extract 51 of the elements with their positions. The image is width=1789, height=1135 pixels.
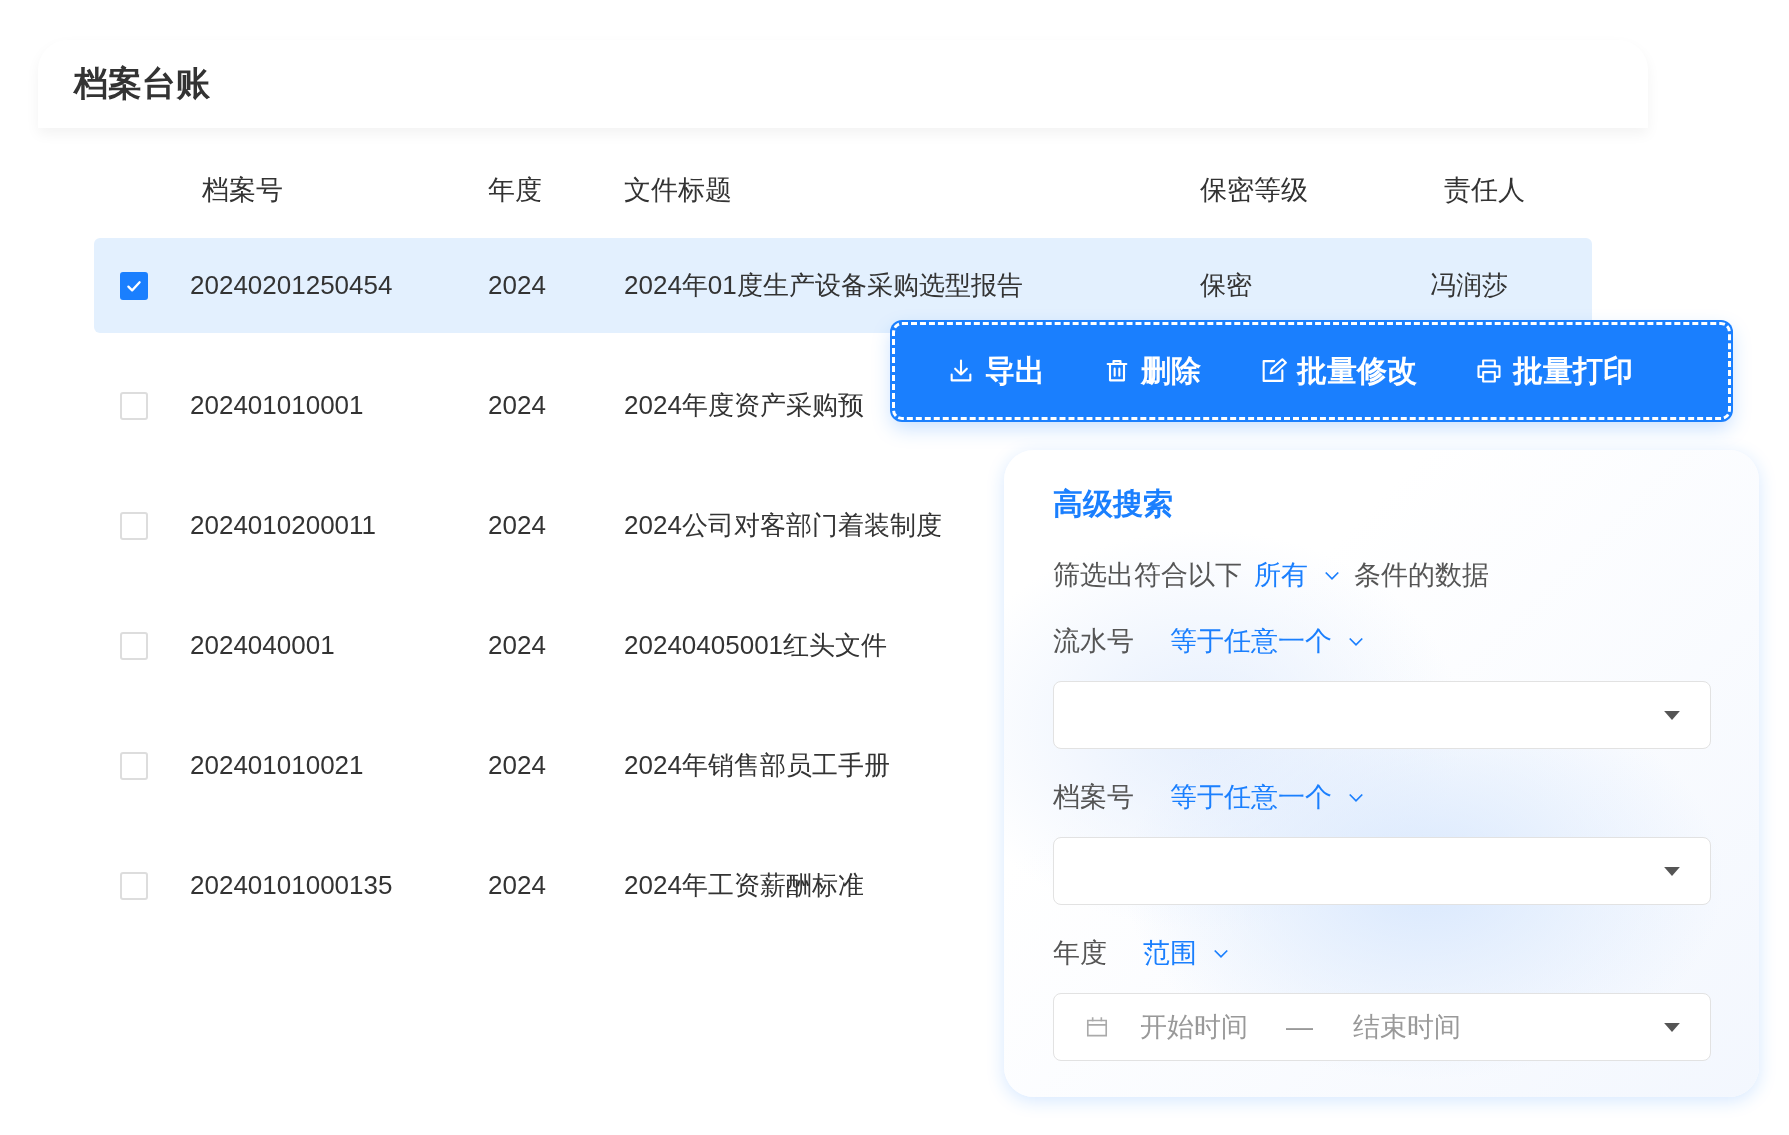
operator-dropdown[interactable]: 等于任意一个 — [1170, 623, 1366, 659]
date-range-field[interactable]: 开始时间 — 结束时间 — [1053, 993, 1711, 1061]
table-cell-text: 2024年01度生产设备采购选型报告 — [624, 269, 1023, 302]
table-cell: 2024 — [488, 390, 546, 421]
table-cell-text: 2024年工资薪酬标准 — [624, 869, 864, 902]
delete-button[interactable]: 删除 — [1103, 350, 1201, 392]
table-cell: 2024 — [488, 630, 546, 661]
print-button[interactable]: 批量打印 — [1475, 350, 1633, 392]
condition-field-label: 流水号 — [1053, 625, 1134, 658]
select-field[interactable] — [1053, 837, 1711, 905]
table-cell-text: 冯润莎 — [1430, 269, 1508, 302]
end-placeholder: 结束时间 — [1353, 1011, 1461, 1044]
condition-field-label: 档案号 — [1053, 781, 1134, 814]
caret-icon — [1664, 1022, 1680, 1032]
column-header: 文件标题 — [624, 174, 732, 207]
table-cell: 2024010200011 — [190, 510, 377, 541]
table-cell: 202401010021 — [190, 750, 364, 781]
export-button[interactable]: 导出 — [947, 350, 1045, 392]
page-title: 档案台账 — [74, 63, 210, 104]
table-cell: 2024040001 — [190, 630, 335, 661]
operator-dropdown[interactable]: 范围 — [1143, 935, 1231, 971]
caret-icon — [1664, 710, 1680, 720]
column-header: 保密等级 — [1200, 174, 1308, 207]
range-separator: — — [1286, 1011, 1313, 1043]
table-cell: 20240101000135 — [190, 870, 393, 901]
column-header: 责任人 — [1443, 174, 1525, 207]
table-cell-text: 2024公司对客部门着装制度 — [624, 509, 942, 542]
condition-field-label: 年度 — [1053, 937, 1107, 970]
row-checkbox[interactable] — [120, 271, 148, 300]
table-cell: 2024 — [488, 750, 546, 781]
operator-dropdown[interactable]: 等于任意一个 — [1170, 779, 1366, 815]
table-cell: 2024 — [488, 870, 546, 901]
start-placeholder: 开始时间 — [1140, 1011, 1248, 1044]
caret-icon — [1664, 866, 1680, 876]
table-cell-text: 2024年度资产采购预 — [624, 389, 864, 422]
match-mode-dropdown[interactable]: 所有 — [1254, 557, 1342, 593]
table-cell-text: 20240405001红头文件 — [624, 629, 888, 662]
table-cell-text: 保密 — [1200, 269, 1252, 302]
filter-label: 筛选出符合以下 — [1053, 559, 1242, 592]
table-cell: 2024 — [488, 510, 546, 541]
printer-icon — [1475, 357, 1503, 385]
table-cell: 202401010001 — [190, 390, 364, 421]
edit-button[interactable]: 批量修改 — [1259, 350, 1417, 392]
panel-title: 高级搜索 — [1053, 486, 1173, 522]
table-cell-text: 2024年销售部员工手册 — [624, 749, 890, 782]
table-cell: 20240201250454 — [190, 270, 393, 301]
select-field[interactable] — [1053, 681, 1711, 749]
table-cell: 2024 — [488, 270, 546, 301]
column-header: 档案号 — [201, 174, 283, 207]
column-header: 年度 — [488, 174, 542, 207]
filter-label: 条件的数据 — [1354, 559, 1489, 592]
